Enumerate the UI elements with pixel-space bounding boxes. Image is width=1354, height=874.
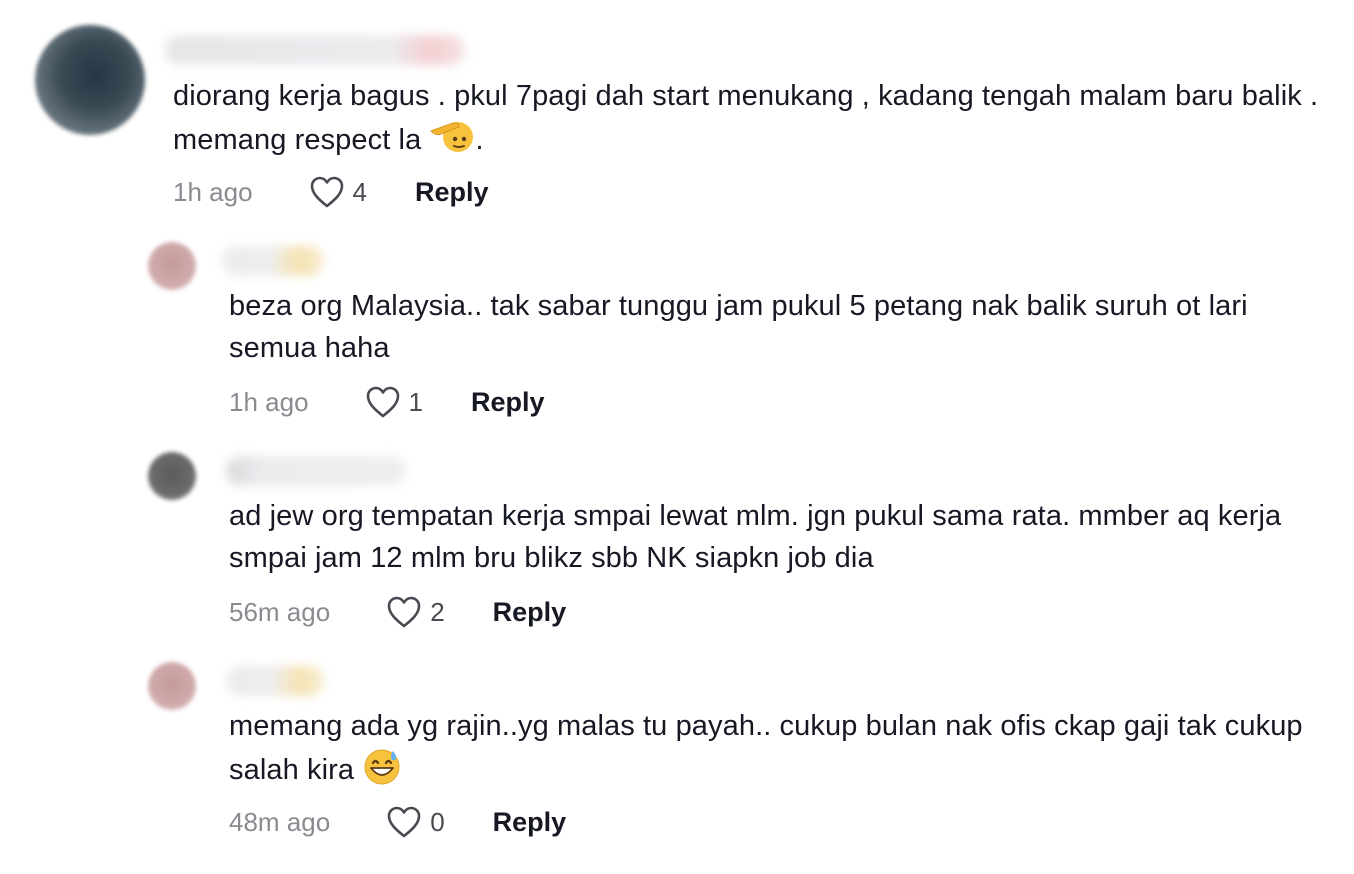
comment-item: diorang kerja bagus . pkul 7pagi dah sta…: [0, 0, 1354, 215]
comment-meta: 56m ago 2 Reply: [229, 592, 566, 632]
comment-text-body: beza org Malaysia.. tak sabar tunggu jam…: [229, 290, 1248, 364]
comment-text-body: ad jew org tempatan kerja smpai lewat ml…: [229, 500, 1282, 574]
like-button[interactable]: 4: [309, 175, 367, 209]
like-count: 0: [430, 806, 445, 837]
comment-time: 56m ago: [229, 596, 331, 627]
avatar[interactable]: [148, 662, 196, 710]
comment-text: diorang kerja bagus . pkul 7pagi dah sta…: [173, 75, 1323, 167]
reply-button[interactable]: Reply: [493, 597, 567, 628]
comment-meta: 1h ago 4 Reply: [173, 172, 489, 212]
like-button[interactable]: 2: [386, 595, 445, 629]
saluting-face-icon: [429, 117, 475, 167]
comment-text: beza org Malaysia.. tak sabar tunggu jam…: [229, 285, 1319, 369]
like-button[interactable]: 1: [365, 385, 423, 419]
avatar[interactable]: [148, 242, 196, 290]
reply-button[interactable]: Reply: [471, 387, 545, 418]
reply-item: memang ada yg rajin..yg malas tu payah..…: [0, 650, 1354, 860]
username-blurred[interactable]: [165, 35, 465, 65]
comment-text: ad jew org tempatan kerja smpai lewat ml…: [229, 495, 1319, 579]
comment-text-body: diorang kerja bagus . pkul 7pagi dah sta…: [173, 80, 1319, 156]
comment-meta: 48m ago 0 Reply: [229, 802, 566, 842]
reply-button[interactable]: Reply: [415, 177, 489, 208]
like-count: 2: [430, 596, 445, 627]
comment-time: 1h ago: [229, 386, 309, 417]
comment-time: 48m ago: [229, 806, 331, 837]
like-button[interactable]: 0: [386, 805, 445, 839]
like-count: 4: [352, 176, 367, 207]
avatar[interactable]: [148, 452, 196, 500]
like-count: 1: [408, 386, 423, 417]
username-blurred[interactable]: [226, 456, 406, 486]
heart-icon: [366, 386, 399, 418]
username-blurred[interactable]: [226, 666, 324, 696]
avatar[interactable]: [35, 25, 145, 135]
comment-text: memang ada yg rajin..yg malas tu payah..…: [229, 705, 1319, 797]
heart-icon: [310, 176, 343, 208]
comment-time: 1h ago: [173, 176, 253, 207]
grinning-sweat-face-icon: [362, 747, 402, 797]
heart-icon: [387, 806, 421, 838]
reply-item: ad jew org tempatan kerja smpai lewat ml…: [0, 440, 1354, 640]
username-blurred[interactable]: [222, 246, 324, 276]
heart-icon: [387, 596, 421, 628]
comment-meta: 1h ago 1 Reply: [229, 382, 545, 422]
comment-text-suffix: .: [475, 124, 484, 156]
reply-item: beza org Malaysia.. tak sabar tunggu jam…: [0, 230, 1354, 430]
reply-button[interactable]: Reply: [493, 807, 567, 838]
